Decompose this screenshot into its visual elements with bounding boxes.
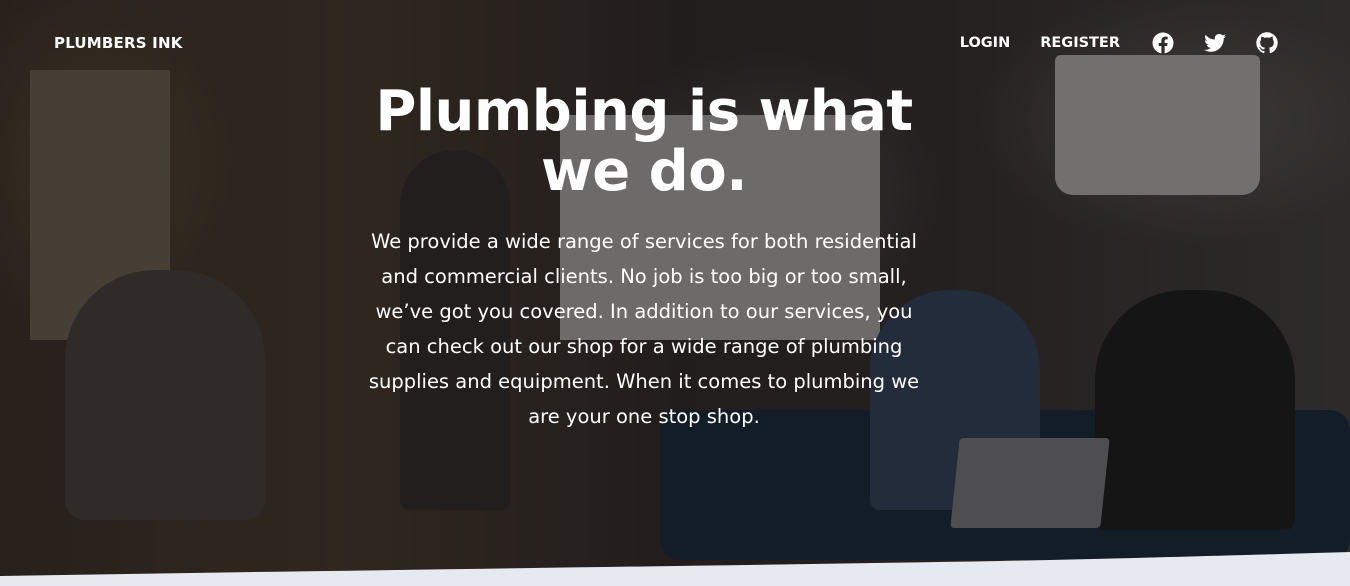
login-link[interactable]: LOGIN <box>960 35 1010 51</box>
site-header: PLUMBERS INK LOGIN REGISTER <box>0 0 1350 86</box>
brand-logo[interactable]: PLUMBERS INK <box>54 34 183 52</box>
background-window <box>30 70 170 340</box>
hero-bottom-wave <box>0 552 1350 586</box>
hero-title: Plumbing is what we do. <box>375 79 913 204</box>
background-person <box>65 270 265 520</box>
twitter-icon[interactable] <box>1202 30 1228 56</box>
background-person <box>1095 290 1295 530</box>
top-nav: LOGIN REGISTER <box>960 30 1280 56</box>
background-laptop <box>950 438 1110 528</box>
github-icon[interactable] <box>1254 30 1280 56</box>
register-link[interactable]: REGISTER <box>1040 35 1120 51</box>
hero-description: We provide a wide range of services for … <box>368 230 920 428</box>
facebook-icon[interactable] <box>1150 30 1176 56</box>
hero-content: Plumbing is what we do. We provide a wid… <box>350 82 938 434</box>
